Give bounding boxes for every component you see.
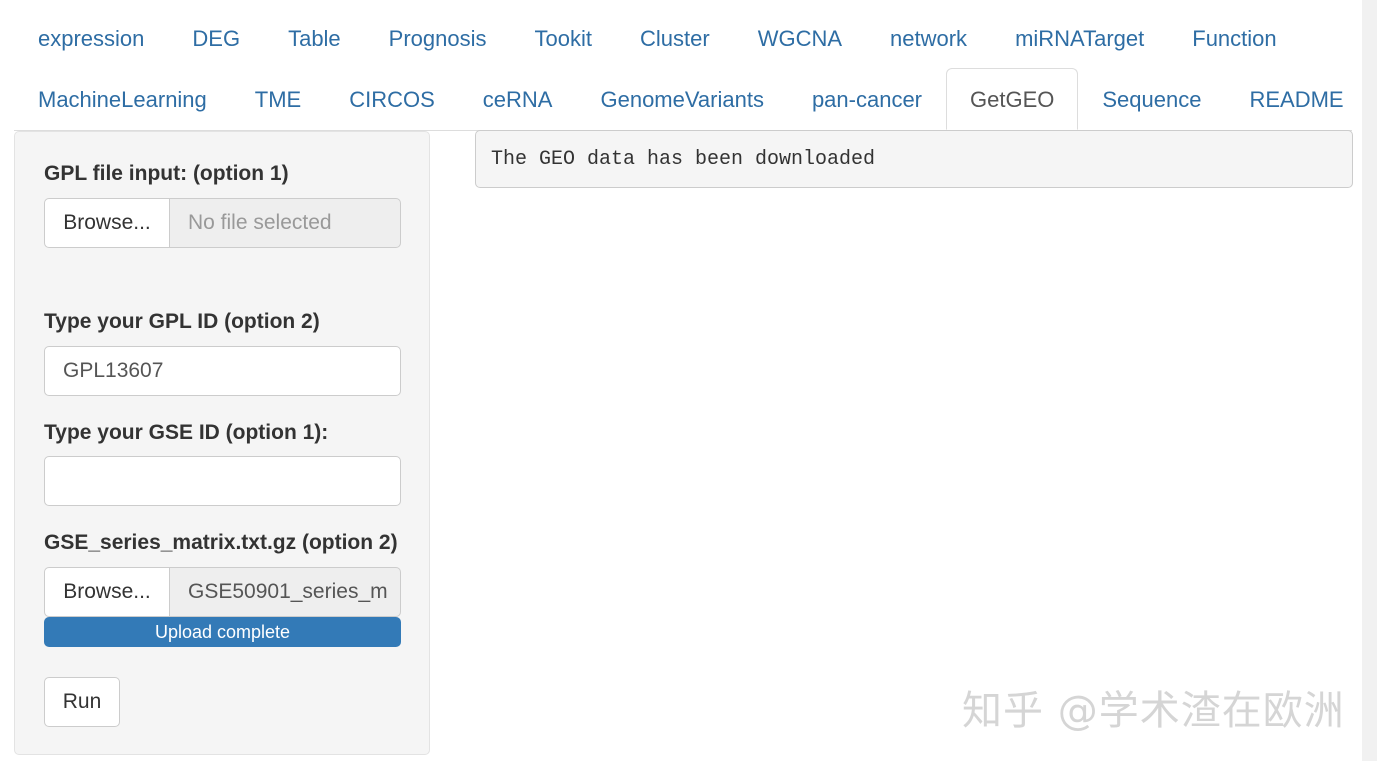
tab-bar: expression DEG Table Prognosis Tookit Cl…: [14, 0, 1352, 131]
gse-id-label: Type your GSE ID (option 1):: [44, 421, 329, 444]
sidebar-panel: GPL file input: (option 1) Browse... No …: [14, 131, 430, 755]
tab-row-1: expression DEG Table Prognosis Tookit Cl…: [14, 7, 1301, 68]
tab-deg[interactable]: DEG: [168, 7, 264, 68]
tab-readme[interactable]: README: [1225, 68, 1367, 129]
tab-mirnatarget[interactable]: miRNATarget: [991, 7, 1168, 68]
gse-file-name: GSE50901_series_m: [170, 567, 401, 617]
tab-machinelearning[interactable]: MachineLearning: [14, 68, 231, 129]
gpl-id-label: Type your GPL ID (option 2): [44, 310, 320, 333]
tab-genomevariants[interactable]: GenomeVariants: [576, 68, 787, 129]
tab-expression[interactable]: expression: [14, 7, 168, 68]
gpl-browse-button[interactable]: Browse...: [44, 198, 170, 248]
output-message: The GEO data has been downloaded: [475, 130, 1353, 188]
tab-tookit[interactable]: Tookit: [511, 7, 616, 68]
run-button[interactable]: Run: [44, 677, 120, 727]
gse-id-input[interactable]: [44, 456, 401, 506]
watermark-text: 知乎 @学术渣在欧洲: [962, 688, 1345, 734]
tab-prognosis[interactable]: Prognosis: [365, 7, 511, 68]
gse-matrix-label: GSE_series_matrix.txt.gz (option 2): [44, 531, 398, 554]
tab-function[interactable]: Function: [1168, 7, 1300, 68]
tab-cluster[interactable]: Cluster: [616, 7, 734, 68]
page-scrollbar[interactable]: [1362, 0, 1377, 761]
tab-network[interactable]: network: [866, 7, 991, 68]
gpl-id-input[interactable]: GPL13607: [44, 346, 401, 396]
tab-cerna[interactable]: ceRNA: [459, 68, 577, 129]
gpl-file-name: No file selected: [170, 198, 401, 248]
tab-wgcna[interactable]: WGCNA: [734, 7, 866, 68]
gse-matrix-input: Browse... GSE50901_series_m: [44, 567, 401, 617]
gpl-file-input: Browse... No file selected: [44, 198, 401, 248]
tab-getgeo[interactable]: GetGEO: [946, 68, 1079, 130]
tab-circos[interactable]: CIRCOS: [325, 68, 459, 129]
tab-pan-cancer[interactable]: pan-cancer: [788, 68, 946, 129]
tab-row-2: MachineLearning TME CIRCOS ceRNA GenomeV…: [14, 68, 1368, 130]
upload-progress-fill: Upload complete: [44, 617, 401, 647]
upload-progress-bar: Upload complete: [44, 617, 401, 647]
tab-tme[interactable]: TME: [231, 68, 325, 129]
tab-table[interactable]: Table: [264, 7, 365, 68]
gpl-file-label: GPL file input: (option 1): [44, 162, 289, 185]
gse-browse-button[interactable]: Browse...: [44, 567, 170, 617]
tab-sequence[interactable]: Sequence: [1078, 68, 1225, 129]
